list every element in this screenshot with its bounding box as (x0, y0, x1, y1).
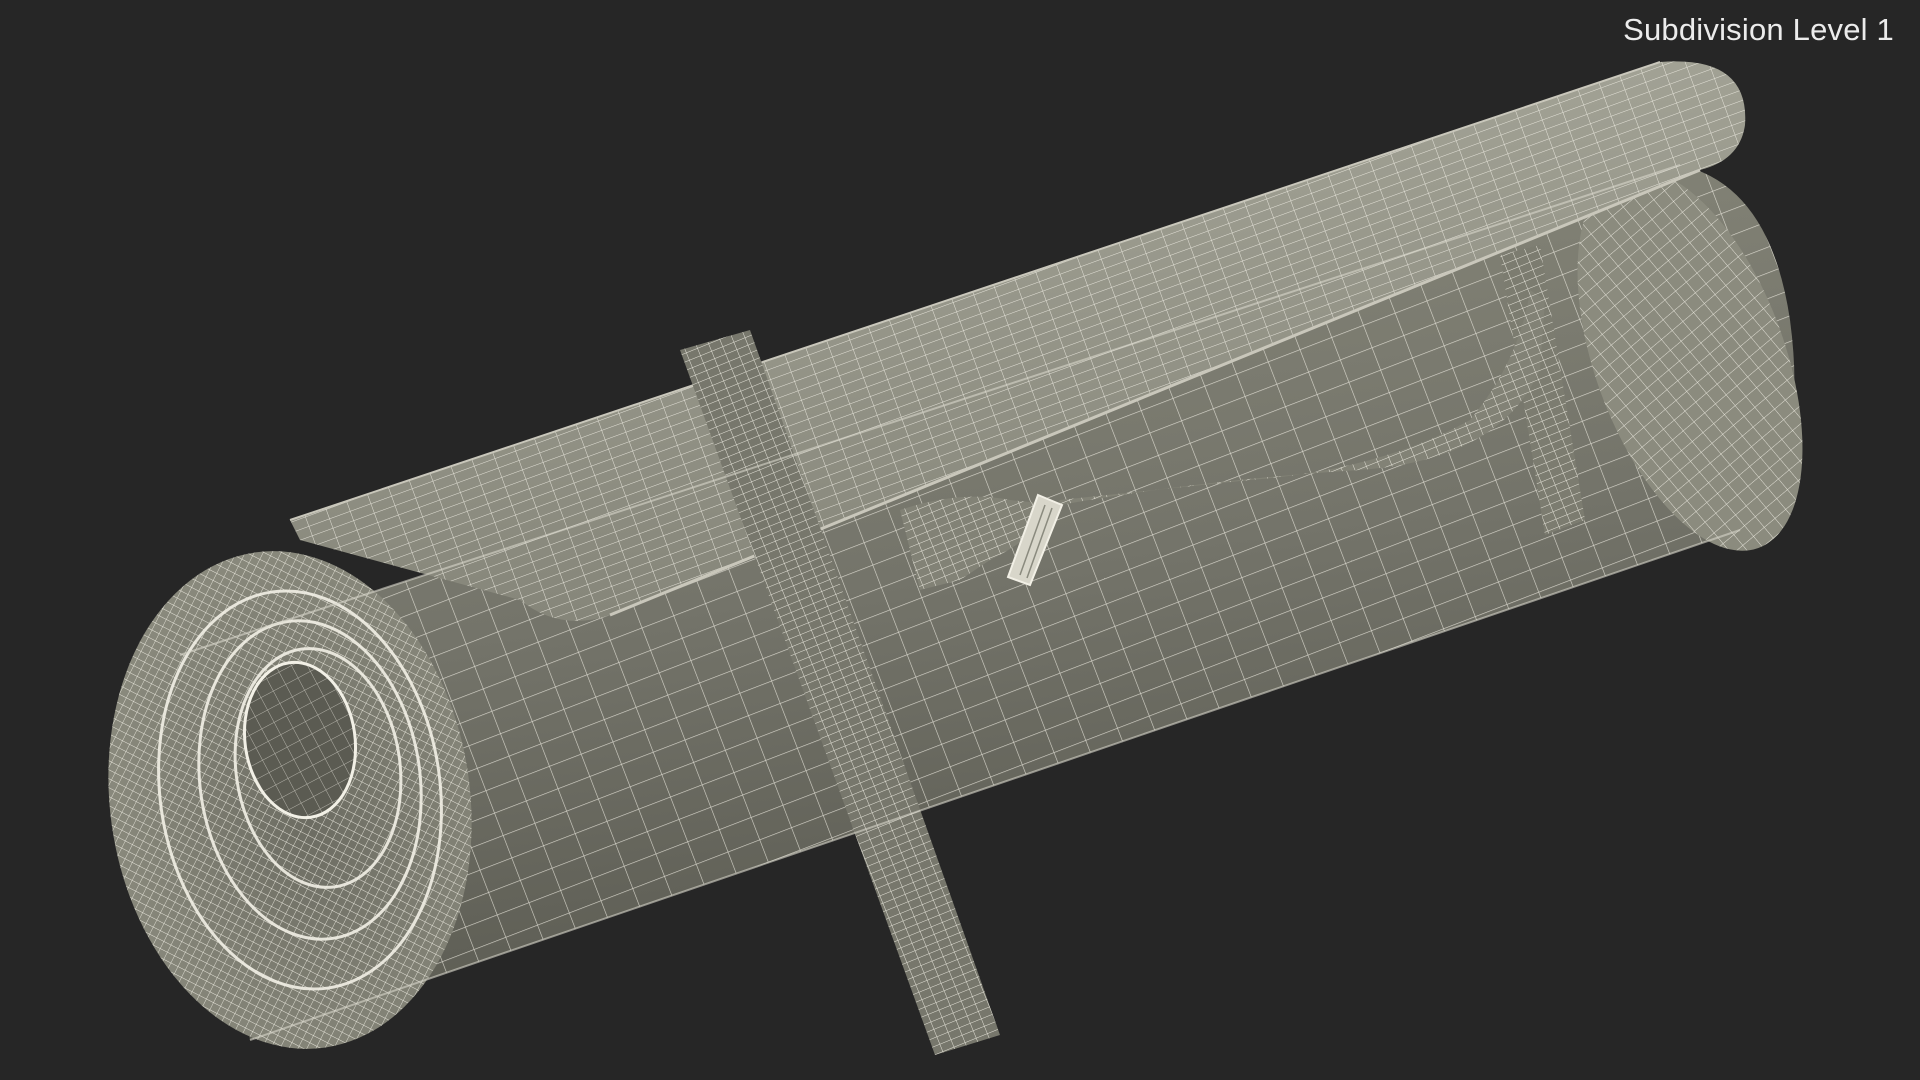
wireframe-render (108, 61, 1803, 1055)
subdivision-level-label: Subdivision Level 1 (1623, 12, 1894, 47)
render-viewport: Subdivision Level 1 (0, 0, 1920, 1080)
